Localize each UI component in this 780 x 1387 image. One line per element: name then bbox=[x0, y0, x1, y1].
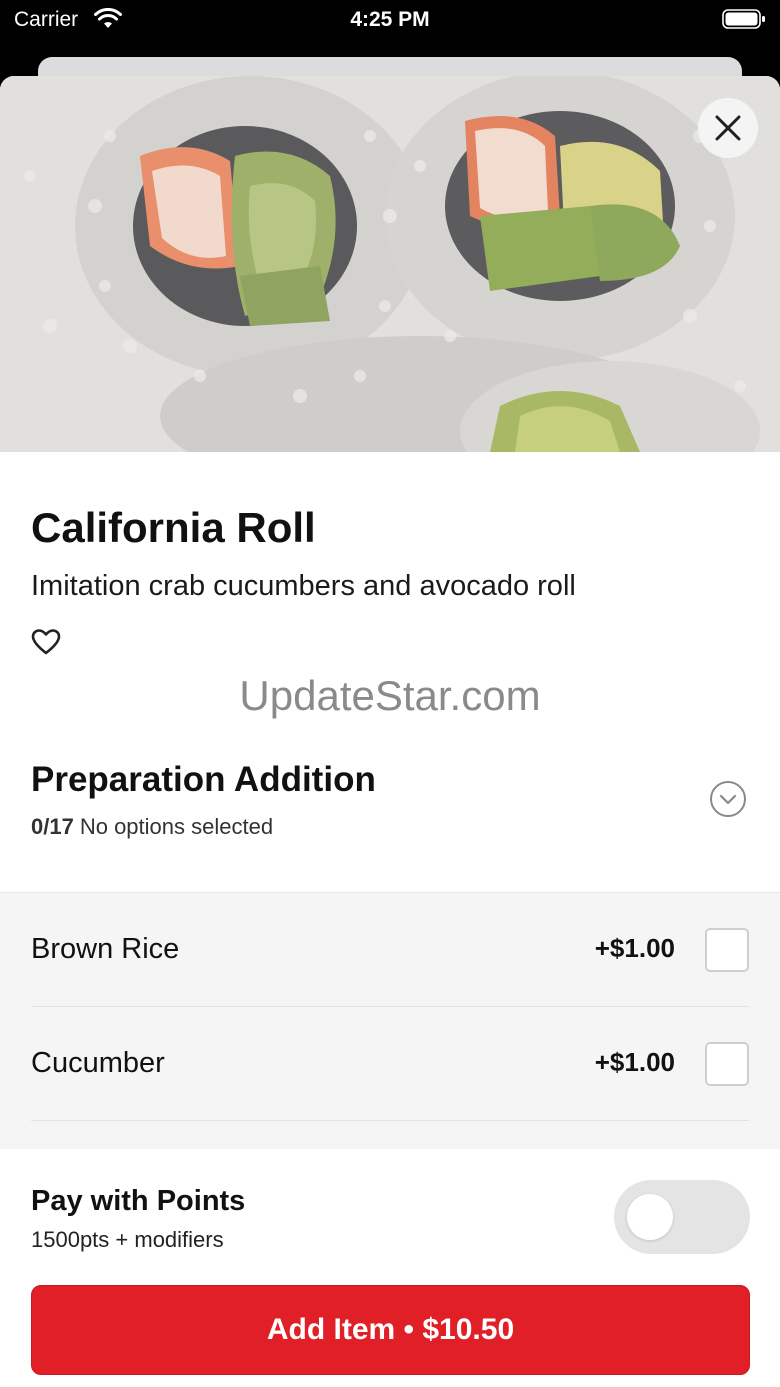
chevron-down-circle-icon[interactable] bbox=[709, 780, 747, 818]
pay-with-points-toggle[interactable] bbox=[614, 1180, 750, 1254]
pay-with-points-subtitle: 1500pts + modifiers bbox=[31, 1227, 224, 1252]
item-detail-sheet: California Roll Imitation crab cucumbers… bbox=[0, 76, 780, 1387]
add-item-button[interactable]: Add Item • $10.50 bbox=[31, 1285, 750, 1375]
status-bar: Carrier 4:25 PM bbox=[0, 0, 780, 40]
watermark: UpdateStar.com bbox=[239, 672, 541, 719]
option-checkbox[interactable] bbox=[705, 1042, 749, 1086]
heart-outline-icon[interactable] bbox=[31, 628, 61, 656]
close-button[interactable] bbox=[698, 98, 758, 158]
toggle-knob bbox=[627, 1194, 673, 1240]
sushi-illustration bbox=[0, 76, 780, 452]
item-description: Imitation crab cucumbers and avocado rol… bbox=[31, 570, 576, 602]
option-price: +$1.00 bbox=[594, 933, 675, 963]
item-photo bbox=[0, 76, 780, 452]
option-checkbox[interactable] bbox=[705, 928, 749, 972]
section-status: 0/17 No options selected bbox=[31, 814, 273, 840]
selection-count: 0/17 bbox=[31, 814, 74, 839]
options-list: Brown Rice +$1.00 Cucumber +$1.00 bbox=[0, 892, 780, 1152]
option-row[interactable]: Brown Rice +$1.00 bbox=[31, 893, 749, 1007]
close-icon bbox=[715, 115, 741, 141]
item-title: California Roll bbox=[31, 504, 316, 551]
option-name: Cucumber bbox=[31, 1047, 165, 1079]
section-title: Preparation Addition bbox=[31, 760, 376, 799]
pay-with-points-title: Pay with Points bbox=[31, 1185, 246, 1217]
option-row[interactable]: Cucumber +$1.00 bbox=[31, 1007, 749, 1121]
option-price: +$1.00 bbox=[594, 1047, 675, 1077]
selection-status-text: No options selected bbox=[79, 814, 274, 839]
clock: 4:25 PM bbox=[350, 8, 430, 31]
battery-icon bbox=[722, 9, 765, 29]
order-footer: Pay with Points 1500pts + modifiers Add … bbox=[0, 1149, 780, 1387]
option-name: Brown Rice bbox=[31, 933, 180, 965]
